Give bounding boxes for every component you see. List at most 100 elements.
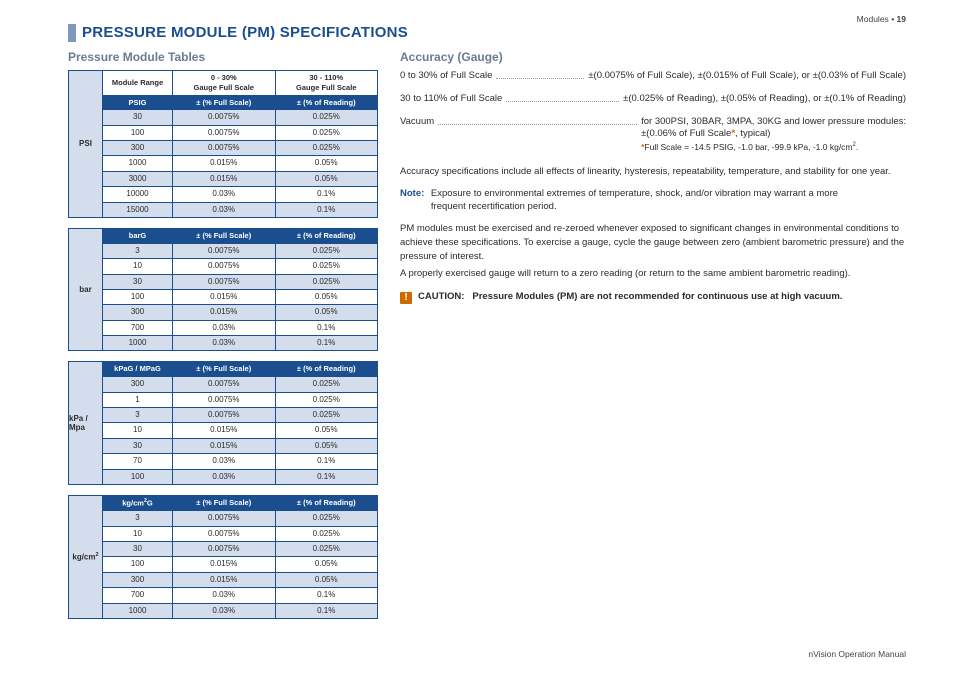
table-cell: 30: [103, 438, 173, 453]
accuracy-paragraph-1: Accuracy specifications include all effe…: [400, 165, 906, 179]
table-row: 100.015%0.05%: [103, 423, 378, 438]
accuracy-paragraph-3: A properly exercised gauge will return t…: [400, 267, 906, 281]
footer-text: nVision Operation Manual: [808, 649, 906, 659]
table-cell: 0.025%: [275, 511, 378, 526]
table-row: 3000.015%0.05%: [103, 572, 378, 587]
table-cell: 0.1%: [275, 469, 378, 484]
table-cell: 0.0075%: [173, 243, 276, 258]
table-cell: 0.1%: [275, 603, 378, 618]
table-wrap: barbarG± (% Full Scale)± (% of Reading)3…: [68, 228, 378, 351]
table-cell: 0.05%: [275, 423, 378, 438]
table-cell: 100: [103, 125, 173, 140]
columns: Pressure Module Tables PSIModule Range0 …: [68, 50, 906, 629]
table-row: 3000.0075%0.025%: [103, 377, 378, 392]
table-row: 30000.015%0.05%: [103, 171, 378, 186]
table-cell: 0.05%: [275, 171, 378, 186]
table-cell: 100: [103, 469, 173, 484]
table-wrap: kPa / MpakPaG / MPaG± (% Full Scale)± (%…: [68, 361, 378, 484]
table-cell: 1000: [103, 603, 173, 618]
spec-table: kPaG / MPaG± (% Full Scale)± (% of Readi…: [102, 361, 378, 484]
table-row: 1000.015%0.05%: [103, 289, 378, 304]
table-blue-head: kPaG / MPaG: [103, 362, 173, 377]
table-cell: 0.03%: [173, 320, 276, 335]
table-cell: 0.025%: [275, 541, 378, 556]
table-cell: 0.0075%: [173, 541, 276, 556]
table-cell: 0.03%: [173, 469, 276, 484]
table-blue-head: PSIG: [103, 95, 173, 110]
table-wrap: kg/cm2kg/cm2G± (% Full Scale)± (% of Rea…: [68, 495, 378, 619]
table-row: 100.0075%0.025%: [103, 526, 378, 541]
spec-value: ±(0.0075% of Full Scale), ±(0.015% of Fu…: [588, 70, 906, 83]
table-cell: 30: [103, 110, 173, 125]
table-cell: 0.0075%: [173, 141, 276, 156]
table-cell: 0.025%: [275, 526, 378, 541]
table-cell: 0.05%: [275, 557, 378, 572]
table-cell: 0.0075%: [173, 110, 276, 125]
spec-value: ±(0.025% of Reading), ±(0.05% of Reading…: [623, 93, 906, 106]
table-cell: 0.1%: [275, 187, 378, 202]
table-cell: 0.015%: [173, 423, 276, 438]
vacuum-line1: for 300PSI, 30BAR, 3MPA, 30KG and lower …: [641, 116, 906, 127]
caution-content: CAUTION: Pressure Modules (PM) are not r…: [418, 291, 842, 302]
table-cell: 300: [103, 377, 173, 392]
table-cell: 0.03%: [173, 454, 276, 469]
table-cell: 0.05%: [275, 289, 378, 304]
table-cell: 0.05%: [275, 305, 378, 320]
table-cell: 3: [103, 408, 173, 423]
table-cell: 10000: [103, 187, 173, 202]
left-column: Pressure Module Tables PSIModule Range0 …: [68, 50, 378, 629]
table-cell: 0.015%: [173, 156, 276, 171]
table-cell: 0.1%: [275, 336, 378, 351]
table-row: 300.0075%0.025%: [103, 274, 378, 289]
table-blue-head: ± (% Full Scale): [173, 495, 276, 510]
table-cell: 0.015%: [173, 557, 276, 572]
table-blue-head: ± (% of Reading): [275, 228, 378, 243]
table-row: 10000.03%0.1%: [103, 336, 378, 351]
table-blue-head: ± (% Full Scale): [173, 95, 276, 110]
dots-icon: [506, 93, 619, 102]
table-cell: 10: [103, 526, 173, 541]
table-row: 7000.03%0.1%: [103, 320, 378, 335]
table-blue-head: ± (% Full Scale): [173, 362, 276, 377]
page-title: PRESSURE MODULE (PM) SPECIFICATIONS: [68, 24, 906, 42]
table-blue-head: ± (% Full Scale): [173, 228, 276, 243]
table-cell: 0.025%: [275, 110, 378, 125]
table-cell: 0.0075%: [173, 274, 276, 289]
spec-table: kg/cm2G± (% Full Scale)± (% of Reading)3…: [102, 495, 378, 619]
caution-label: CAUTION:: [418, 291, 464, 302]
table-head-cell: 30 - 110%Gauge Full Scale: [275, 71, 378, 96]
table-cell: 300: [103, 141, 173, 156]
table-cell: 1000: [103, 156, 173, 171]
vacuum-line2-pre: ±(0.06% of Full Scale: [641, 128, 731, 139]
table-cell: 30: [103, 541, 173, 556]
dots-icon: [496, 70, 584, 79]
table-cell: 0.015%: [173, 171, 276, 186]
spec-line: 30 to 110% of Full Scale ±(0.025% of Read…: [400, 93, 906, 106]
table-row: 30.0075%0.025%: [103, 243, 378, 258]
table-cell: 0.015%: [173, 572, 276, 587]
vacuum-footnote: Full Scale = -14.5 PSIG, -1.0 bar, -99.9…: [644, 142, 852, 152]
table-cell: 0.015%: [173, 438, 276, 453]
table-cell: 0.025%: [275, 259, 378, 274]
table-cell: 100: [103, 289, 173, 304]
table-cell: 0.025%: [275, 377, 378, 392]
table-cell: 100: [103, 557, 173, 572]
table-cell: 0.0075%: [173, 125, 276, 140]
table-side-label: kPa / Mpa: [68, 361, 102, 484]
page-number: 19: [897, 14, 906, 24]
table-row: 700.03%0.1%: [103, 454, 378, 469]
caution-text: Pressure Modules (PM) are not recommende…: [472, 291, 842, 302]
spec-table: Module Range0 - 30%Gauge Full Scale30 - …: [102, 70, 378, 218]
table-cell: 0.025%: [275, 392, 378, 407]
table-cell: 3000: [103, 171, 173, 186]
accuracy-paragraph-2: PM modules must be exercised and re-zero…: [400, 222, 906, 263]
table-cell: 0.1%: [275, 202, 378, 217]
table-cell: 0.03%: [173, 202, 276, 217]
table-cell: 1: [103, 392, 173, 407]
table-row: 1000.03%0.1%: [103, 469, 378, 484]
spec-label: 30 to 110% of Full Scale: [400, 93, 502, 104]
table-cell: 0.1%: [275, 320, 378, 335]
table-cell: 0.025%: [275, 274, 378, 289]
table-cell: 0.1%: [275, 454, 378, 469]
table-cell: 10: [103, 423, 173, 438]
